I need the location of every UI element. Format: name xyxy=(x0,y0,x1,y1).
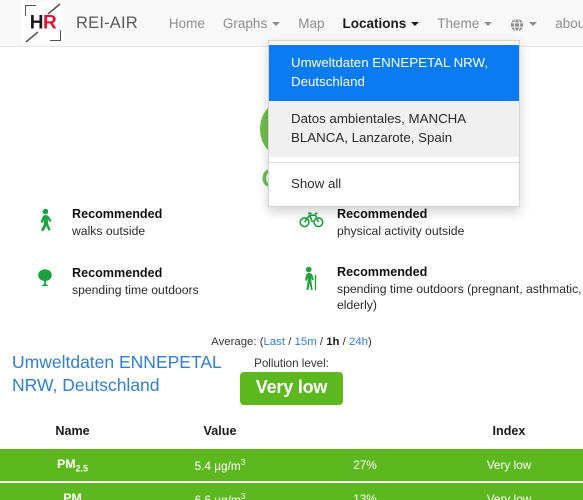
chevron-down-icon xyxy=(411,22,420,26)
recommendation-subtext: spending time outdoors (pregnant, asthma… xyxy=(337,281,582,313)
recommendation-subtext: walks outside xyxy=(72,224,146,239)
logo-letter-h: H xyxy=(29,12,44,34)
recommendation-heading: Recommended xyxy=(337,207,428,221)
average-suffix: ) xyxy=(368,336,372,348)
hr-logo-icon[interactable]: HR xyxy=(22,2,64,44)
recommendation-text: Recommended walks outside xyxy=(72,206,162,240)
recommendations-column-right: Recommended physical activity outside Re… xyxy=(291,206,582,338)
cell-value: 5.4 µg/m3 xyxy=(145,457,295,473)
cell-percent: 27% xyxy=(353,458,377,472)
pollutant-name-sub: 2.5 xyxy=(75,463,88,474)
nav-item-home[interactable]: Home xyxy=(160,12,214,35)
nav-item-graphs[interactable]: Graphs xyxy=(214,12,289,35)
nav-item-language[interactable] xyxy=(501,12,546,34)
tree-icon xyxy=(34,265,60,300)
cell-pollutant-name: PM2.5 xyxy=(0,457,145,473)
logo-letter-r: R xyxy=(43,12,57,34)
average-separator: / xyxy=(339,336,350,348)
dropdown-item-mancha-blanca[interactable]: Datos ambientales, MANCHA BLANCA, Lanzar… xyxy=(269,100,519,157)
recommendation-text: Recommended spending time outdoors (preg… xyxy=(337,264,582,314)
dropdown-item-ennepetal[interactable]: Umweltdaten ENNEPETAL NRW, Deutschland xyxy=(269,45,519,101)
value-unit: µg/m xyxy=(214,458,241,473)
recommendation-walks-outside: Recommended walks outside xyxy=(34,206,291,241)
recommendation-physical-activity: Recommended physical activity outside xyxy=(299,206,582,240)
value-unit: µg/m xyxy=(214,492,241,500)
chevron-down-icon xyxy=(272,22,281,26)
table-row[interactable]: PM2.5 5.4 µg/m3 27% Very low xyxy=(0,449,583,483)
chevron-down-icon xyxy=(484,22,493,26)
logo-letters: HR xyxy=(22,14,64,33)
cell-index: Very low xyxy=(486,458,532,472)
cell-percent: 13% xyxy=(353,492,377,500)
value-unit-exponent: 3 xyxy=(240,491,246,500)
nav-item-home-label: Home xyxy=(168,15,205,31)
average-option-15m[interactable]: 15m xyxy=(295,336,317,348)
recommendation-text: Recommended spending time outdoors xyxy=(72,265,199,299)
location-title[interactable]: Umweltdaten ENNEPETAL NRW, Deutschland xyxy=(12,351,242,397)
walking-person-icon xyxy=(34,206,60,241)
recommendations-section: Recommended walks outside Recommended sp… xyxy=(0,206,583,338)
nav-item-locations[interactable]: Locations xyxy=(333,12,428,35)
recommendation-sensitive-groups: Recommended spending time outdoors (preg… xyxy=(299,264,582,314)
recommendation-heading: Recommended xyxy=(72,266,163,280)
average-option-last[interactable]: Last xyxy=(264,336,286,348)
recommendation-subtext: physical activity outside xyxy=(337,224,465,239)
column-header-name[interactable]: Name xyxy=(0,424,145,438)
nav-item-map[interactable]: Map xyxy=(289,12,333,35)
average-separator: / xyxy=(285,336,295,348)
table-header-row: Name Value Index xyxy=(0,413,583,449)
nav-item-graphs-label: Graphs xyxy=(222,15,268,31)
value-unit-exponent: 3 xyxy=(240,457,246,468)
dropdown-divider xyxy=(269,161,519,163)
recommendation-heading: Recommended xyxy=(337,264,428,279)
pollutant-name-main: PM xyxy=(57,456,76,471)
nav-item-map-label: Map xyxy=(298,15,325,31)
recommendations-column-left: Recommended walks outside Recommended sp… xyxy=(0,206,291,338)
nav-item-theme[interactable]: Theme xyxy=(428,12,501,35)
average-option-1h-current[interactable]: 1h xyxy=(326,336,339,348)
brand-name[interactable]: REI-AIR xyxy=(76,14,138,33)
locations-dropdown-menu: Umweltdaten ENNEPETAL NRW, Deutschland D… xyxy=(268,40,520,208)
chevron-down-icon xyxy=(529,22,538,26)
nav-item-about[interactable]: about xyxy=(546,12,583,35)
recommendation-subtext: spending time outdoors xyxy=(72,283,199,298)
status-badge: Very low xyxy=(239,372,344,405)
value-number: 6.6 xyxy=(194,492,211,500)
average-option-24h[interactable]: 24h xyxy=(349,336,368,348)
globe-icon xyxy=(511,18,524,32)
nav-item-about-label: about xyxy=(555,15,583,31)
cell-index: Very low xyxy=(486,492,532,500)
bicycle-icon xyxy=(299,206,325,234)
recommendation-text: Recommended physical activity outside xyxy=(337,206,464,240)
average-separator: / xyxy=(316,336,327,348)
table-row[interactable]: PM 6.6 µg/m3 13% Very low xyxy=(0,483,583,500)
recommendation-heading: Recommended xyxy=(72,207,163,221)
page-root: HR REI-AIR Home Graphs Map Locations The… xyxy=(0,0,583,500)
cell-pollutant-name: PM xyxy=(0,491,145,500)
elderly-person-cane-icon xyxy=(299,264,325,299)
average-prefix: Average: ( xyxy=(211,336,264,348)
column-header-value[interactable]: Value xyxy=(145,424,295,438)
nav-items: Home Graphs Map Locations Theme about xyxy=(160,12,583,35)
nav-item-theme-label: Theme xyxy=(437,15,480,31)
recommendation-spending-time-outdoors: Recommended spending time outdoors xyxy=(34,265,291,300)
nav-item-locations-label: Locations xyxy=(342,15,407,31)
average-selector: Average: (Last / 15m / 1h / 24h) xyxy=(0,336,583,348)
value-number: 5.4 xyxy=(194,458,211,473)
measurements-table: Name Value Index PM2.5 5.4 µg/m3 27% Ver… xyxy=(0,413,583,500)
cell-value: 6.6 µg/m3 xyxy=(145,491,295,500)
column-header-index[interactable]: Index xyxy=(435,424,583,438)
dropdown-item-show-all[interactable]: Show all xyxy=(269,168,519,207)
pollutant-name-main: PM xyxy=(63,490,82,500)
